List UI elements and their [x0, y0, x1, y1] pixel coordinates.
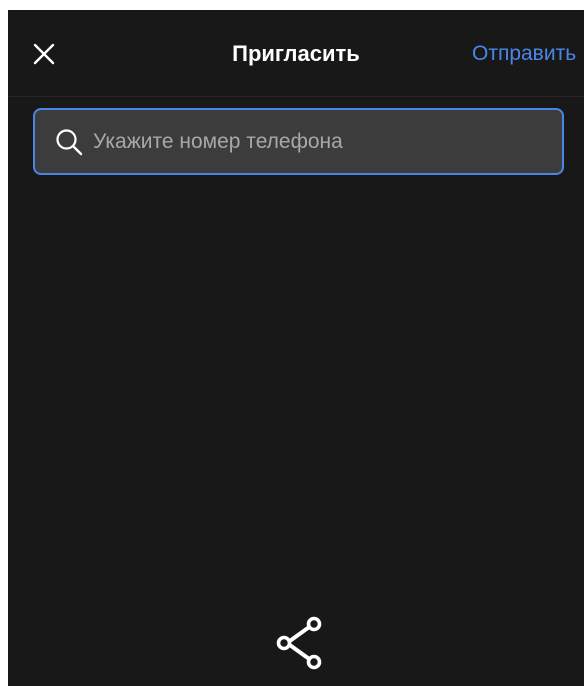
invite-screen: Пригласить Отправить	[8, 10, 584, 686]
close-button[interactable]	[26, 36, 62, 72]
search-field[interactable]	[33, 108, 564, 175]
search-icon	[53, 126, 85, 158]
close-icon	[33, 43, 55, 65]
phone-search-input[interactable]	[93, 129, 548, 154]
share-button[interactable]	[270, 610, 330, 676]
header: Пригласить Отправить	[8, 10, 584, 97]
send-button[interactable]: Отправить	[472, 39, 576, 69]
share-icon	[276, 616, 322, 670]
